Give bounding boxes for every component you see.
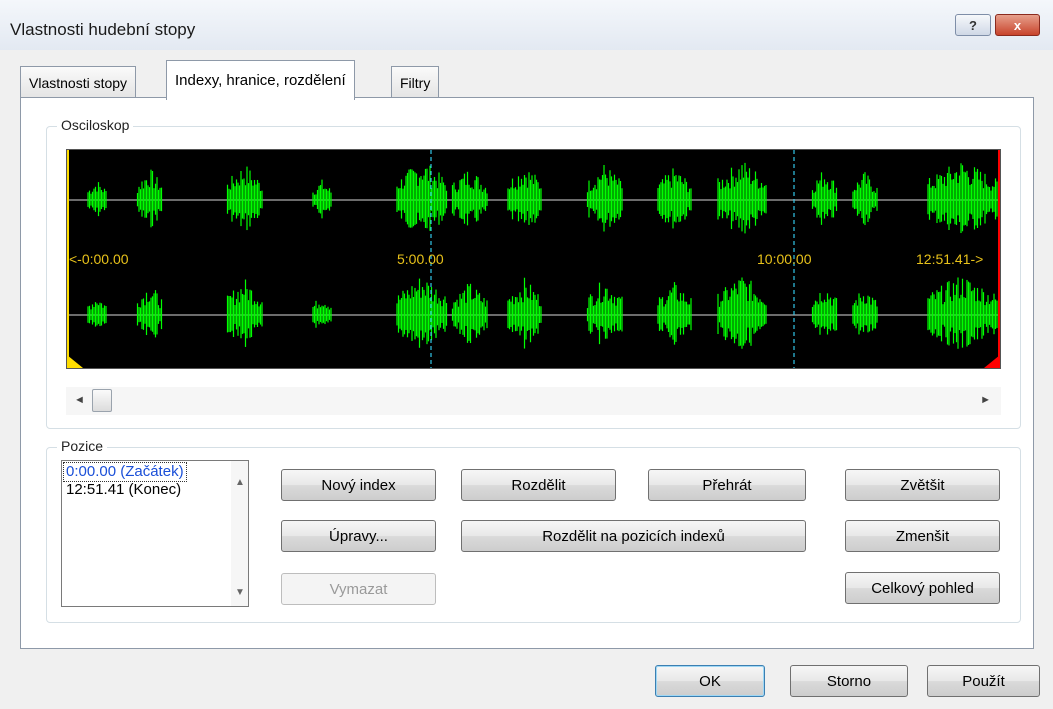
close-icon: x	[1013, 17, 1022, 33]
oscilloscope-view[interactable]: <-0:00.00 5:00.00 10:00.00 12:51.41->	[66, 149, 1001, 369]
waveform-channel-right	[67, 277, 1000, 349]
time-label-5min: 5:00.00	[397, 251, 444, 267]
start-marker-icon	[67, 355, 83, 368]
end-marker-icon	[984, 355, 1000, 368]
tab-indexes[interactable]: Indexy, hranice, rozdělení	[166, 60, 355, 100]
new-index-button[interactable]: Nový index	[281, 469, 436, 501]
position-list[interactable]: 0:00.00 (Začátek) 12:51.41 (Konec) ▲ ▼	[61, 460, 249, 607]
waveform-canvas: <-0:00.00 5:00.00 10:00.00 12:51.41->	[67, 150, 1000, 368]
zoom-out-button[interactable]: Zmenšit	[845, 520, 1000, 552]
close-button[interactable]: x	[995, 14, 1040, 36]
scroll-left-icon[interactable]: ◄	[74, 394, 85, 406]
time-label-start: <-0:00.00	[69, 251, 129, 267]
zoom-in-button[interactable]: Zvětšit	[845, 469, 1000, 501]
list-scrollbar[interactable]: ▲ ▼	[231, 461, 248, 606]
oscilloscope-group-label: Osciloskop	[57, 117, 134, 133]
scroll-thumb[interactable]	[92, 389, 112, 412]
split-at-indexes-button[interactable]: Rozdělit na pozicích indexů	[461, 520, 806, 552]
time-label-end: 12:51.41->	[916, 251, 983, 267]
tab-filters[interactable]: Filtry	[391, 66, 440, 98]
cancel-button[interactable]: Storno	[790, 665, 908, 697]
waveform-channel-left	[67, 162, 1000, 234]
window-title: Vlastnosti hudební stopy	[10, 20, 196, 39]
ok-button[interactable]: OK	[655, 665, 765, 697]
title-bar: Vlastnosti hudební stopy ? x	[0, 0, 1053, 50]
time-label-10min: 10:00.00	[757, 251, 812, 267]
help-icon: ?	[969, 17, 977, 33]
apply-button[interactable]: Použít	[927, 665, 1040, 697]
list-item[interactable]: 0:00.00 (Začátek)	[63, 462, 187, 482]
edit-button[interactable]: Úpravy...	[281, 520, 436, 552]
properties-dialog: Vlastnosti hudební stopy ? x Vlastnosti …	[0, 0, 1053, 709]
tab-track-properties[interactable]: Vlastnosti stopy	[20, 66, 137, 98]
scroll-down-icon[interactable]: ▼	[235, 587, 245, 598]
delete-button[interactable]: Vymazat	[281, 573, 436, 605]
split-button[interactable]: Rozdělit	[461, 469, 616, 501]
help-button[interactable]: ?	[955, 14, 991, 36]
scroll-up-icon[interactable]: ▲	[235, 477, 245, 488]
full-view-button[interactable]: Celkový pohled	[845, 572, 1000, 604]
play-button[interactable]: Přehrát	[648, 469, 806, 501]
scroll-right-icon[interactable]: ►	[980, 394, 991, 406]
position-group-label: Pozice	[57, 438, 108, 454]
list-item[interactable]: 12:51.41 (Konec)	[64, 481, 183, 499]
horizontal-scrollbar[interactable]: ◄ ►	[66, 387, 1001, 415]
